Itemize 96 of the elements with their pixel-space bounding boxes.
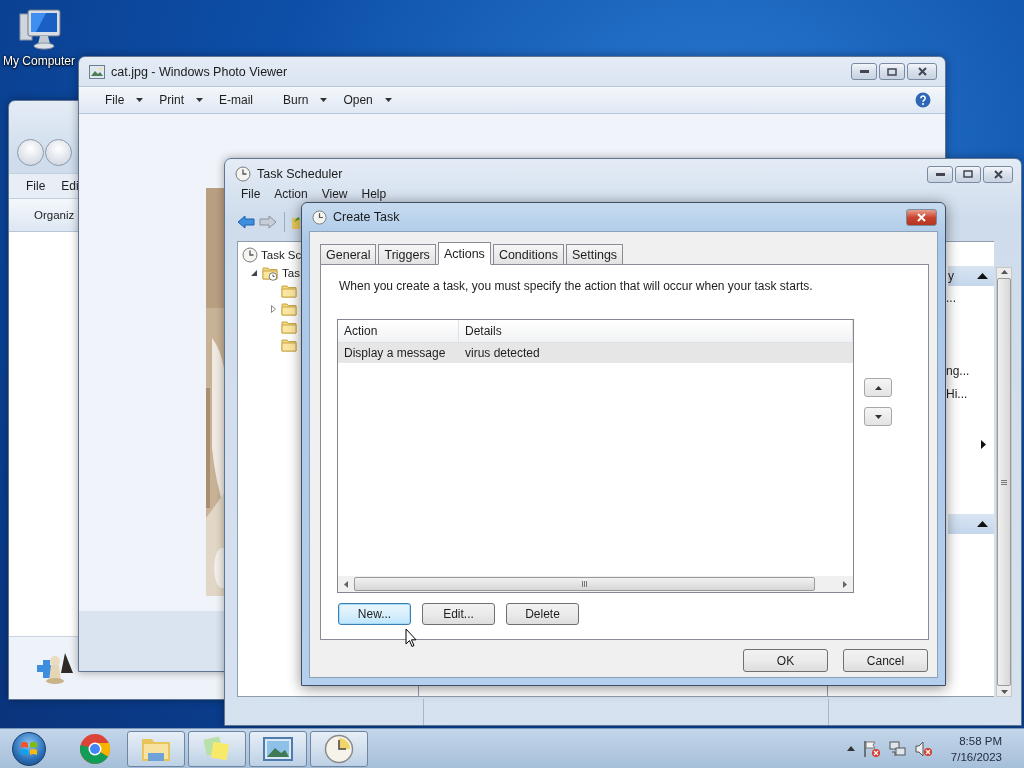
menu-item[interactable]: Action (274, 187, 308, 201)
maximize-button[interactable] (879, 63, 905, 80)
description-text: When you create a task, you must specify the action that will occur when your task starts. (338, 279, 814, 293)
menu-item[interactable]: File (26, 179, 46, 193)
list-row[interactable]: Display a message virus detected (338, 343, 853, 363)
dialog-button[interactable]: OK (743, 649, 828, 672)
scroll-right-icon[interactable] (843, 580, 847, 588)
scrollbar[interactable] (996, 267, 1012, 697)
landscape-photo-icon (262, 735, 294, 762)
action-link[interactable]: ... (946, 288, 986, 308)
section-header[interactable]: y (948, 266, 994, 286)
dialog-button[interactable]: Cancel (843, 649, 928, 672)
tab[interactable]: Triggers (378, 244, 436, 264)
action-link[interactable]: ng... (946, 361, 986, 381)
flag-icon[interactable] (862, 739, 881, 758)
close-button[interactable] (907, 63, 937, 80)
clock-icon (242, 247, 258, 263)
tab[interactable]: General (320, 244, 377, 264)
taskbar-button[interactable] (188, 730, 246, 767)
toolbar-button[interactable]: E-mail (211, 89, 262, 111)
clock[interactable]: 8:58 PM 7/16/2023 (950, 732, 1002, 765)
close-icon (993, 169, 1003, 179)
move-up-button[interactable] (864, 378, 892, 397)
toolbar-button[interactable]: Print (151, 89, 212, 111)
collapse-arrow-icon[interactable] (977, 521, 988, 527)
maximize-button[interactable] (955, 165, 981, 183)
action-button[interactable]: Edit... (422, 603, 495, 625)
action-link[interactable]: Hi... (946, 384, 986, 404)
muted-speaker-icon[interactable] (914, 739, 933, 758)
scroll-down-icon[interactable] (1000, 688, 1008, 696)
notes-icon (202, 734, 232, 763)
taskbar-button[interactable] (127, 730, 185, 767)
clock-icon (324, 733, 354, 764)
close-button[interactable] (906, 208, 937, 226)
desktop-icon-label[interactable]: My Computer (3, 54, 75, 68)
down-arrow-icon (874, 414, 882, 419)
up-arrow-icon (874, 385, 882, 390)
move-down-button[interactable] (864, 407, 892, 426)
submenu-arrow-icon[interactable] (981, 439, 986, 449)
show-hidden-icons-icon[interactable] (846, 746, 855, 751)
network-icon[interactable] (888, 739, 907, 758)
action-button[interactable]: New... (338, 603, 411, 625)
minimize-button[interactable] (851, 63, 877, 80)
toolbar-button[interactable]: Open (335, 89, 400, 111)
toolbar-button[interactable]: Organiz (34, 209, 75, 221)
dialog-title: Create Task (333, 210, 400, 224)
column-header[interactable]: Action (338, 320, 459, 342)
menu-item[interactable]: File (241, 187, 261, 201)
grip-icon (582, 581, 587, 587)
tree-item[interactable]: Task Sc (261, 249, 302, 261)
grip-icon (1001, 479, 1007, 485)
column-header[interactable]: Details (459, 320, 853, 342)
start-button[interactable] (12, 731, 46, 766)
tab[interactable]: Actions (437, 242, 491, 265)
collapsed-arrow-icon[interactable] (270, 305, 276, 313)
computer-icon[interactable] (16, 8, 62, 52)
tree-item[interactable]: Tas (282, 267, 300, 279)
scroll-thumb[interactable] (354, 577, 815, 591)
expanded-arrow-icon[interactable] (251, 270, 257, 276)
action-button[interactable]: Delete (506, 603, 579, 625)
restore-icon (963, 170, 973, 178)
scroll-left-icon[interactable] (344, 580, 348, 588)
window-title: Task Scheduler (257, 167, 343, 181)
back-arrow-icon[interactable] (237, 215, 255, 229)
clock-icon (235, 166, 251, 182)
scroll-up-icon[interactable] (1000, 268, 1008, 276)
folder-clock-icon (262, 265, 279, 281)
minimize-icon (859, 70, 869, 73)
section-title: y (948, 269, 954, 283)
close-icon (917, 67, 927, 76)
folder-up-icon[interactable] (292, 214, 300, 230)
scroll-thumb[interactable] (997, 278, 1011, 686)
toolbar-button[interactable]: Burn (275, 89, 336, 111)
toolbar-button[interactable]: File (97, 89, 152, 111)
help-icon[interactable] (915, 92, 931, 108)
restore-icon (887, 67, 897, 76)
menu-item[interactable]: View (321, 187, 348, 201)
folder-icon (281, 301, 298, 317)
section-header[interactable] (948, 514, 994, 534)
horizontal-scrollbar[interactable] (338, 576, 853, 592)
taskbar-button[interactable] (249, 730, 307, 767)
taskbar-button[interactable] (310, 730, 368, 767)
collapse-arrow-icon[interactable] (977, 273, 988, 279)
tab[interactable]: Conditions (492, 244, 564, 264)
tab[interactable]: Settings (565, 244, 624, 264)
browser-icon[interactable] (79, 732, 111, 765)
menu-item[interactable]: Edi (61, 179, 79, 193)
minimize-button[interactable] (927, 165, 953, 183)
clock-icon (312, 209, 327, 225)
windows-logo-icon (20, 740, 38, 757)
window-title: cat.jpg - Windows Photo Viewer (111, 64, 288, 79)
close-button[interactable] (983, 165, 1013, 183)
close-icon (917, 212, 926, 222)
menu-item[interactable]: Help (361, 187, 387, 201)
minimize-icon (935, 172, 945, 176)
photo-icon (89, 64, 105, 79)
